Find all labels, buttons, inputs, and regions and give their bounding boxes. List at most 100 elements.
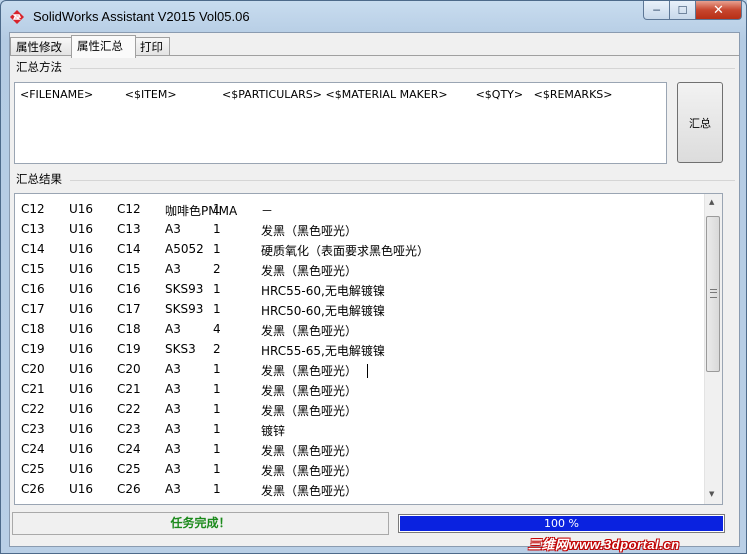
result-cell: U16 <box>69 442 94 456</box>
result-cell: 1 <box>213 282 221 296</box>
result-cell: C21 <box>21 382 45 396</box>
result-cell: C25 <box>21 462 45 476</box>
result-cell: C19 <box>21 342 45 356</box>
result-cell: 1 <box>213 382 221 396</box>
result-cell: 镀锌 <box>261 424 286 438</box>
result-cell: C19 <box>117 342 141 356</box>
results-textbox[interactable]: C12 U16 C12 咖啡色PMMA 1 － C13 U16 C13 A3 1 发黑（黑色哑光） C1… <box>14 193 723 505</box>
result-cell: C14 <box>117 242 141 256</box>
result-cell: C13 <box>21 222 45 236</box>
result-cell: U16 <box>69 402 94 416</box>
result-cell: C21 <box>117 382 141 396</box>
result-cell: SKS3 <box>165 342 196 356</box>
result-cell: HRC50-60,无电解镀镍 <box>261 304 385 318</box>
result-cell: 发黑（黑色哑光） <box>261 384 358 398</box>
close-button[interactable]: ✕ <box>696 1 742 20</box>
result-cell: U16 <box>69 302 94 316</box>
solidworks-logo-icon <box>10 10 24 24</box>
result-cell: 1 <box>213 402 221 416</box>
result-cell: U16 <box>69 222 94 236</box>
result-cell: － <box>261 204 274 218</box>
result-cell: 1 <box>213 442 221 456</box>
result-cell: 4 <box>213 322 221 336</box>
scroll-up-icon[interactable]: ▲ <box>709 198 714 206</box>
close-icon: ✕ <box>713 2 724 18</box>
result-cell: U16 <box>69 322 94 336</box>
watermark: 三维网www.3dportal.cn <box>528 537 680 552</box>
title-bar[interactable]: SolidWorks Assistant V2015 Vol05.06 ─ ☐ … <box>1 1 746 33</box>
grip-icon <box>710 289 717 298</box>
vertical-scrollbar[interactable]: ▲ ▼ <box>704 194 722 504</box>
result-cell: C25 <box>117 462 141 476</box>
result-cell: U16 <box>69 462 94 476</box>
result-cell: 2 <box>213 262 221 276</box>
result-cell: U16 <box>69 482 94 496</box>
result-cell: C24 <box>21 442 45 456</box>
status-message: 任务完成！ <box>170 516 231 530</box>
progress-bar: 100 % <box>398 514 725 533</box>
scroll-thumb[interactable] <box>706 216 720 372</box>
scroll-down-icon[interactable]: ▼ <box>709 490 714 498</box>
result-cell: U16 <box>69 202 94 216</box>
result-cell: A3 <box>165 422 181 436</box>
result-cell: 发黑（黑色哑光） <box>261 444 358 458</box>
app-window: SolidWorks Assistant V2015 Vol05.06 ─ ☐ … <box>0 0 747 554</box>
result-cell: C15 <box>21 262 45 276</box>
result-cell: C20 <box>117 362 141 376</box>
result-cell: HRC55-65,无电解镀镍 <box>261 344 385 358</box>
tab-print[interactable]: 打印 <box>134 37 170 56</box>
result-cell: C13 <box>117 222 141 236</box>
result-cell: C15 <box>117 262 141 276</box>
result-cell: 硬质氧化（表面要求黑色哑光） <box>261 244 430 258</box>
minimize-button[interactable]: ─ <box>643 1 670 20</box>
result-cell: C18 <box>117 322 141 336</box>
result-cell: C12 <box>117 202 141 216</box>
result-cell: A3 <box>165 482 181 496</box>
result-cell: 咖啡色PMMA <box>165 204 238 218</box>
summarize-button[interactable]: 汇总 <box>677 82 723 163</box>
progress-label: 100 % <box>544 517 579 530</box>
result-cell: 发黑（黑色哑光） <box>261 224 358 238</box>
summary-formula-field[interactable]: <FILENAME> <$ITEM> <$PARTICULARS> <$MATE… <box>14 82 667 164</box>
result-cell: 1 <box>213 422 221 436</box>
status-panel: 任务完成！ <box>12 512 389 535</box>
result-cell: C23 <box>117 422 141 436</box>
section-divider <box>70 180 735 181</box>
result-cell: C14 <box>21 242 45 256</box>
result-cell: C23 <box>21 422 45 436</box>
result-cell: U16 <box>69 382 94 396</box>
maximize-icon: ☐ <box>677 3 688 17</box>
result-cell: C20 <box>21 362 45 376</box>
result-cell: 1 <box>213 222 221 236</box>
result-cell: A3 <box>165 262 181 276</box>
result-cell: SKS93 <box>165 302 204 316</box>
maximize-button[interactable]: ☐ <box>670 1 696 20</box>
result-cell: A3 <box>165 362 181 376</box>
result-cell: A3 <box>165 382 181 396</box>
result-cell: C24 <box>117 442 141 456</box>
result-cell: U16 <box>69 282 94 296</box>
tab-attribute-edit[interactable]: 属性修改 <box>10 37 73 56</box>
window-title: SolidWorks Assistant V2015 Vol05.06 <box>33 9 250 24</box>
result-cell: C22 <box>117 402 141 416</box>
result-cell: U16 <box>69 242 94 256</box>
result-cell: 1 <box>213 202 221 216</box>
result-cell: U16 <box>69 262 94 276</box>
summary-method-label: 汇总方法 <box>16 60 62 74</box>
text-caret <box>367 364 368 378</box>
result-cell: U16 <box>69 342 94 356</box>
result-cell: 发黑（黑色哑光） <box>261 324 358 338</box>
result-cell: 发黑（黑色哑光） <box>261 464 358 478</box>
result-cell: C22 <box>21 402 45 416</box>
result-cell: SKS93 <box>165 282 204 296</box>
result-cell: U16 <box>69 362 94 376</box>
tab-attribute-summary[interactable]: 属性汇总 <box>71 35 136 58</box>
result-cell: HRC55-60,无电解镀镍 <box>261 284 385 298</box>
result-cell: C16 <box>117 282 141 296</box>
result-cell: 1 <box>213 302 221 316</box>
result-cell: 1 <box>213 362 221 376</box>
result-cell: A3 <box>165 462 181 476</box>
result-cell: 发黑（黑色哑光） <box>261 364 358 378</box>
result-cell: 发黑（黑色哑光） <box>261 404 358 418</box>
client-area: 属性修改 属性汇总 打印 汇总方法 <FILENAME> <$ITEM> <$P… <box>9 32 740 547</box>
